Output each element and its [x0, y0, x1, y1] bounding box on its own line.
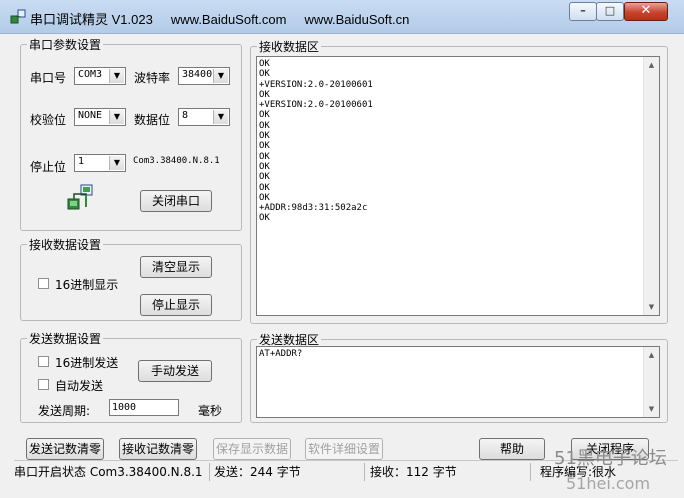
databits-label: 数据位	[134, 113, 171, 127]
close-icon: ✕	[640, 3, 652, 18]
chevron-down-icon[interactable]: ▼	[109, 110, 124, 124]
main-window: 串口调试精灵 V1.023 www.BaiduSoft.com www.Baid…	[0, 0, 684, 498]
receive-line: +VERSION:2.0-20100601	[259, 100, 373, 111]
baud-label: 波特率	[134, 71, 171, 85]
receive-line: OK	[259, 89, 270, 100]
receive-line: OK	[259, 131, 270, 142]
receive-scrollbar[interactable]: ▲ ▼	[643, 57, 659, 315]
port-status-icon	[67, 184, 93, 210]
receive-line: OK	[259, 172, 270, 183]
chevron-down-icon[interactable]: ▼	[213, 110, 228, 124]
receive-line: OK	[259, 213, 270, 224]
receive-data-content: OK OK +VERSION:2.0-20100601 OK +VERSION:2.0-…	[259, 59, 373, 224]
maximize-icon: □	[604, 4, 616, 17]
receive-data-legend: 接收数据区	[259, 40, 320, 54]
serial-settings-legend: 串口参数设置	[29, 38, 102, 52]
baud-select-value: 38400	[182, 69, 213, 80]
status-sent-bytes: 发送：244 字节	[214, 463, 365, 481]
send-data-textarea[interactable]: AT+ADDR? ▲ ▼	[256, 346, 660, 418]
hex-display-label: 16进制显示	[55, 278, 119, 292]
chevron-down-icon[interactable]: ▼	[213, 69, 228, 83]
port-config-text: Com3.38400.N.8.1	[133, 156, 220, 166]
port-label: 串口号	[30, 71, 67, 85]
receive-line: +ADDR:98d3:31:502a2c	[259, 203, 368, 214]
watermark-forum-name: 51黑电子论坛	[554, 448, 667, 469]
minimize-icon: –	[580, 4, 586, 17]
receive-line: OK	[259, 192, 270, 203]
scroll-down-icon[interactable]: ▼	[644, 401, 659, 417]
auto-send-label: 自动发送	[55, 379, 104, 393]
receive-line: OK	[259, 59, 270, 69]
baud-select[interactable]: 38400 ▼	[178, 67, 230, 85]
send-period-input[interactable]: 1000	[109, 399, 179, 416]
parity-select-value: NONE	[78, 110, 103, 121]
stop-display-button[interactable]: 停止显示	[140, 294, 212, 316]
send-period-value: 1000	[112, 402, 137, 413]
save-display-button[interactable]: 保存显示数据	[213, 438, 291, 460]
receive-settings-legend: 接收数据设置	[29, 238, 102, 252]
hex-send-label: 16进制发送	[55, 356, 119, 370]
databits-select[interactable]: 8 ▼	[178, 108, 230, 126]
window-title: 串口调试精灵 V1.023 www.BaiduSoft.com www.Baid…	[30, 12, 410, 27]
chevron-down-icon[interactable]: ▼	[109, 156, 124, 170]
send-settings-legend: 发送数据设置	[29, 332, 102, 346]
port-select-value: COM3	[78, 69, 103, 80]
status-port-state: 串口开启状态 Com3.38400.N.8.1	[14, 463, 210, 481]
receive-line: OK	[259, 141, 270, 152]
chevron-down-icon[interactable]: ▼	[109, 69, 124, 83]
parity-label: 校验位	[30, 113, 67, 127]
receive-line: +VERSION:2.0-20100601	[259, 79, 373, 90]
title-bar[interactable]: 串口调试精灵 V1.023 www.BaiduSoft.com www.Baid…	[0, 0, 684, 34]
receive-data-textarea[interactable]: OK OK +VERSION:2.0-20100601 OK +VERSION:2.0-…	[256, 56, 660, 316]
serial-port-app-icon	[10, 9, 26, 24]
parity-select[interactable]: NONE ▼	[74, 108, 126, 126]
send-period-label: 发送周期:	[38, 404, 91, 418]
scroll-down-icon[interactable]: ▼	[644, 299, 659, 315]
receive-line: OK	[259, 182, 270, 193]
receive-line: OK	[259, 120, 270, 131]
receive-line: OK	[259, 151, 270, 162]
receive-line: OK	[259, 69, 270, 80]
maximize-button[interactable]: □	[596, 2, 624, 21]
clear-send-count-button[interactable]: 发送记数清零	[26, 438, 104, 460]
receive-line: OK	[259, 110, 270, 121]
receive-line: OK	[259, 161, 270, 172]
databits-select-value: 8	[182, 110, 189, 121]
software-details-button[interactable]: 软件详细设置	[305, 438, 383, 460]
stopbits-label: 停止位	[30, 160, 67, 174]
port-select[interactable]: COM3 ▼	[74, 67, 126, 85]
close-window-button[interactable]: ✕	[624, 2, 668, 21]
scroll-up-icon[interactable]: ▲	[644, 57, 659, 73]
help-button[interactable]: 帮助	[479, 438, 545, 460]
watermark-site: 51hei.com	[566, 474, 651, 493]
close-port-button[interactable]: 关闭串口	[140, 190, 212, 212]
stopbits-select[interactable]: 1 ▼	[74, 154, 126, 172]
auto-send-checkbox[interactable]	[38, 379, 49, 390]
scroll-up-icon[interactable]: ▲	[644, 347, 659, 363]
send-scrollbar[interactable]: ▲ ▼	[643, 347, 659, 417]
status-received-bytes: 接收：112 字节	[370, 463, 531, 481]
clear-receive-count-button[interactable]: 接收记数清零	[119, 438, 197, 460]
minimize-button[interactable]: –	[569, 2, 597, 21]
manual-send-button[interactable]: 手动发送	[138, 360, 212, 382]
hex-send-checkbox[interactable]	[38, 356, 49, 367]
hex-display-checkbox[interactable]	[38, 278, 49, 289]
send-data-content: AT+ADDR?	[259, 349, 303, 359]
stopbits-select-value: 1	[78, 156, 85, 167]
clear-display-button[interactable]: 清空显示	[140, 256, 212, 278]
send-period-unit: 毫秒	[198, 404, 223, 418]
